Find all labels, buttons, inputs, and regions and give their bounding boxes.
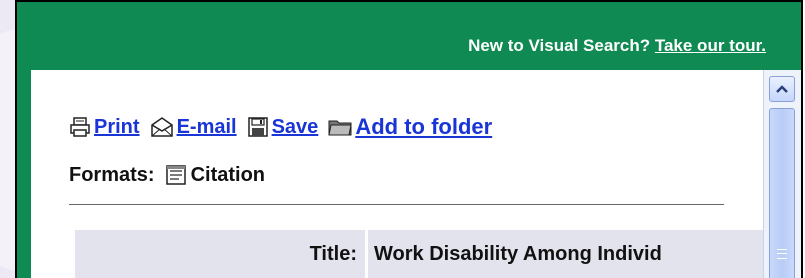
scroll-thumb[interactable] bbox=[769, 108, 795, 278]
vertical-scrollbar[interactable] bbox=[763, 70, 801, 278]
record-panel: New to Visual Search? Take our tour. Pri… bbox=[15, 0, 803, 278]
section-divider bbox=[69, 204, 724, 205]
title-label: Title: bbox=[75, 230, 365, 278]
printer-icon bbox=[70, 117, 90, 137]
formats-row: Formats: Citation bbox=[69, 160, 265, 190]
citation-format-button[interactable]: Citation bbox=[165, 164, 265, 187]
floppy-disk-icon bbox=[247, 117, 268, 137]
email-label: E-mail bbox=[176, 115, 237, 138]
add-to-folder-button[interactable]: Add to folder bbox=[328, 114, 492, 140]
citation-label: Citation bbox=[190, 163, 266, 186]
panel-left-border bbox=[17, 70, 31, 278]
print-button[interactable]: Print bbox=[69, 116, 140, 139]
citation-icon bbox=[165, 165, 186, 185]
formats-label: Formats: bbox=[69, 163, 155, 186]
tour-prompt: New to Visual Search? bbox=[468, 36, 651, 55]
save-button[interactable]: Save bbox=[247, 115, 319, 139]
scroll-up-button[interactable] bbox=[769, 76, 795, 102]
email-button[interactable]: E-mail bbox=[150, 116, 237, 139]
tour-link[interactable]: Take our tour. bbox=[655, 36, 766, 55]
record-content: Print E-mail Save Add to folder Formats:… bbox=[31, 70, 763, 278]
title-value: Work Disability Among Individ bbox=[368, 230, 763, 278]
title-row: Title: Work Disability Among Individ bbox=[75, 230, 763, 278]
folder-icon bbox=[328, 120, 352, 136]
add-to-folder-label: Add to folder bbox=[355, 114, 493, 139]
thumb-grip-icon bbox=[777, 249, 787, 259]
save-label: Save bbox=[271, 115, 319, 138]
envelope-icon bbox=[150, 117, 173, 137]
header-text: New to Visual Search? Take our tour. bbox=[468, 36, 766, 56]
print-label: Print bbox=[94, 115, 140, 138]
chevron-up-icon bbox=[776, 85, 788, 93]
action-toolbar: Print E-mail Save Add to folder bbox=[69, 110, 502, 144]
header-bar: New to Visual Search? Take our tour. bbox=[17, 2, 801, 70]
